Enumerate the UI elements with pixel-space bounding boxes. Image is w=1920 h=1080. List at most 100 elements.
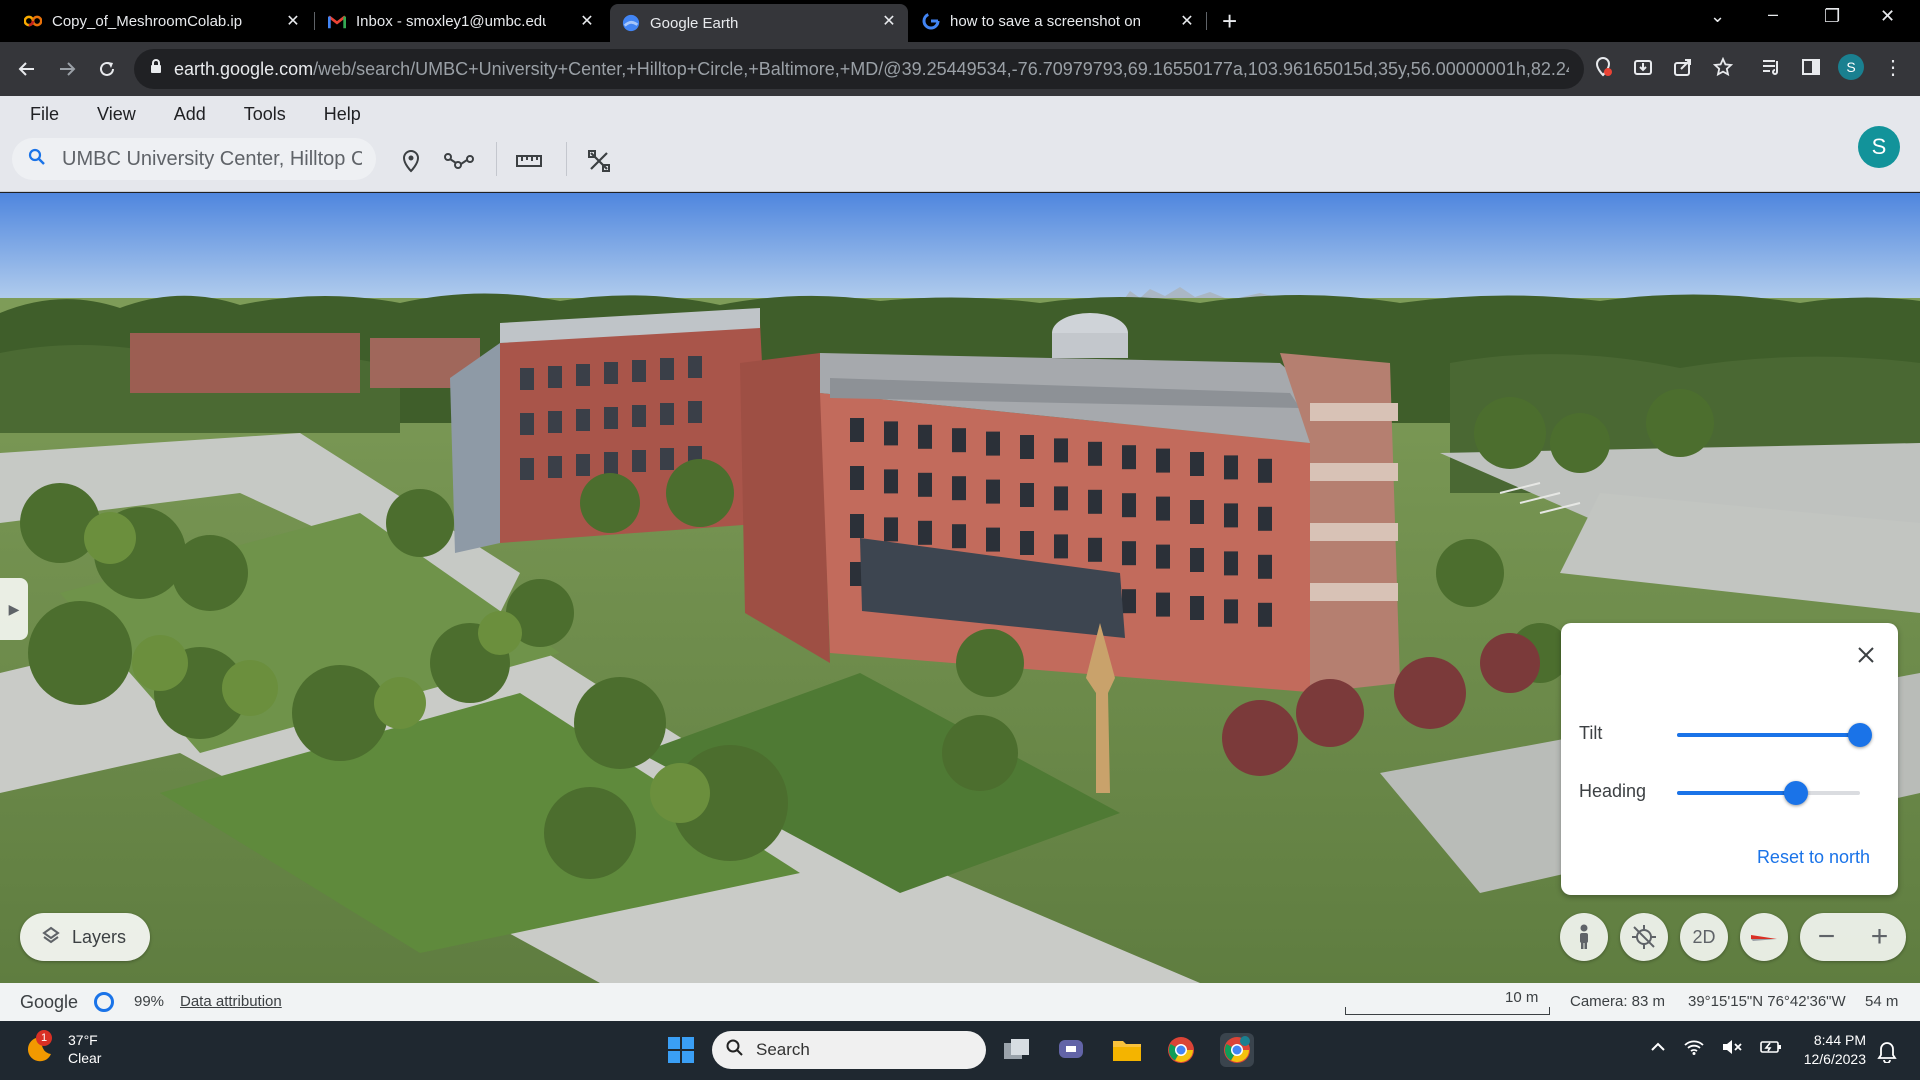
back-arrow-icon[interactable] [12,54,42,84]
wifi-icon[interactable] [1684,1039,1704,1060]
battery-charging-icon[interactable] [1760,1039,1782,1060]
browser-toolbar: earth.google.com/web/search/UMBC+Univers… [0,42,1920,96]
close-tab-icon[interactable]: ✕ [578,12,596,30]
tab-google-search[interactable]: how to save a screenshot on wir ✕ [910,4,1206,38]
kebab-menu-icon[interactable]: ⋮ [1880,54,1906,80]
view-adjust-panel: Tilt Heading Reset to north [1561,623,1898,895]
tab-google-earth[interactable]: Google Earth ✕ [610,4,908,42]
earth-search-box[interactable] [12,138,376,180]
layers-button[interactable]: Layers [20,913,150,961]
building-window [850,514,864,538]
close-window-button[interactable]: ✕ [1880,6,1895,27]
minimize-button[interactable]: – [1768,4,1778,25]
data-attribution-link[interactable]: Data attribution [180,993,282,1010]
building-window [1224,455,1238,480]
building-window [1156,544,1170,569]
system-clock[interactable]: 8:44 PM 12/6/2023 [1796,1031,1866,1069]
placemark-icon[interactable] [396,146,426,176]
menu-help[interactable]: Help [324,104,361,125]
task-view-icon[interactable] [1000,1033,1034,1067]
menu-tools[interactable]: Tools [244,104,286,125]
forward-arrow-icon[interactable] [52,54,82,84]
address-bar[interactable]: earth.google.com/web/search/UMBC+Univers… [134,49,1584,89]
building-window [1258,602,1272,627]
building-window [1258,554,1272,579]
close-tab-icon[interactable]: ✕ [1178,12,1196,30]
system-tray [1650,1039,1782,1060]
building-window [884,517,898,542]
teams-chat-icon[interactable] [1054,1033,1088,1067]
building-window [918,472,932,497]
building-window [1156,496,1170,521]
earth-app-bar: File View Add Tools Help S [0,96,1920,192]
install-app-icon[interactable] [1630,54,1656,80]
menu-file[interactable]: File [30,104,59,125]
notification-bell-icon[interactable] [1870,1035,1904,1069]
reload-icon[interactable] [92,54,122,84]
compass-icon[interactable] [1740,913,1788,961]
building-window [952,428,966,453]
new-tab-button[interactable]: + [1222,8,1237,34]
heading-slider-thumb[interactable] [1784,781,1808,805]
colab-icon [24,12,42,30]
tilt-slider-fill [1677,733,1860,737]
tab-gmail[interactable]: Inbox - smoxley1@umbc.edu - U ✕ [316,4,606,38]
tilt-slider-thumb[interactable] [1848,723,1872,747]
heading-slider-fill [1677,791,1796,795]
taskbar-search-box[interactable]: Search [712,1031,986,1069]
tilt-slider-track[interactable] [1677,723,1872,747]
loading-percent: 99% [134,993,165,1010]
building-window [918,424,932,449]
bookmark-star-icon[interactable] [1710,54,1736,80]
chrome-profile-icon[interactable] [1220,1033,1254,1067]
windows-start-icon[interactable] [664,1033,698,1067]
show-hidden-icons-chevron-icon[interactable] [1650,1039,1666,1060]
clock-time: 8:44 PM [1813,1032,1866,1048]
close-tab-icon[interactable]: ✕ [880,12,898,30]
path-icon[interactable] [444,146,474,176]
file-explorer-icon[interactable] [1110,1033,1144,1067]
heading-slider-track[interactable] [1677,781,1860,805]
building-window [1088,537,1102,562]
tools-wrench-icon[interactable] [584,146,614,176]
street-view-pegman-icon[interactable] [1560,913,1608,961]
account-avatar[interactable]: S [1858,126,1900,168]
ruler-icon[interactable] [514,146,544,176]
weather-widget[interactable]: 1 37°F Clear [24,1030,101,1067]
earth-menu-bar: File View Add Tools Help [30,104,399,125]
close-tab-icon[interactable]: ✕ [284,12,302,30]
tool-separator [566,142,567,176]
url-path: /web/search/UMBC+University+Center,+Hill… [313,58,1569,79]
weather-alert-badge: 1 [36,1030,52,1046]
chrome-icon[interactable] [1164,1033,1198,1067]
restore-button[interactable]: ❐ [1824,6,1840,27]
reset-to-north-link[interactable]: Reset to north [1757,847,1870,868]
share-icon[interactable] [1670,54,1696,80]
side-panel-icon[interactable] [1798,54,1824,80]
building-window [850,418,864,442]
toggle-2d-button[interactable]: 2D [1680,913,1728,961]
building-window [1156,448,1170,473]
zoom-in-button[interactable]: + [1853,913,1906,961]
search-icon[interactable] [28,148,46,171]
close-icon[interactable] [1854,643,1878,667]
menu-add[interactable]: Add [174,104,206,125]
zoom-out-button[interactable]: − [1800,913,1853,961]
menu-view[interactable]: View [97,104,136,125]
lock-icon[interactable] [150,59,162,79]
tab-colab[interactable]: Copy_of_MeshroomColab.ipynb ✕ [12,4,312,38]
earth-search-input[interactable] [62,147,362,171]
location-blocked-icon[interactable] [1590,54,1616,80]
building-window [1122,541,1136,566]
elevation: 54 m [1865,993,1899,1010]
building-window [1054,438,1068,463]
volume-muted-icon[interactable] [1722,1039,1742,1060]
expand-sidebar-chevron-icon[interactable]: ▶ [0,578,28,640]
my-location-off-icon[interactable] [1620,913,1668,961]
loading-ring-icon [94,992,114,1012]
tab-search-chevron-icon[interactable]: ⌄ [1710,6,1725,27]
earth-3d-viewport[interactable]: ▶ Layers Tilt Heading Reset to north 2D … [0,193,1920,983]
building-window [1224,503,1238,528]
reading-list-icon[interactable] [1758,54,1784,80]
profile-button[interactable]: S [1838,54,1864,80]
